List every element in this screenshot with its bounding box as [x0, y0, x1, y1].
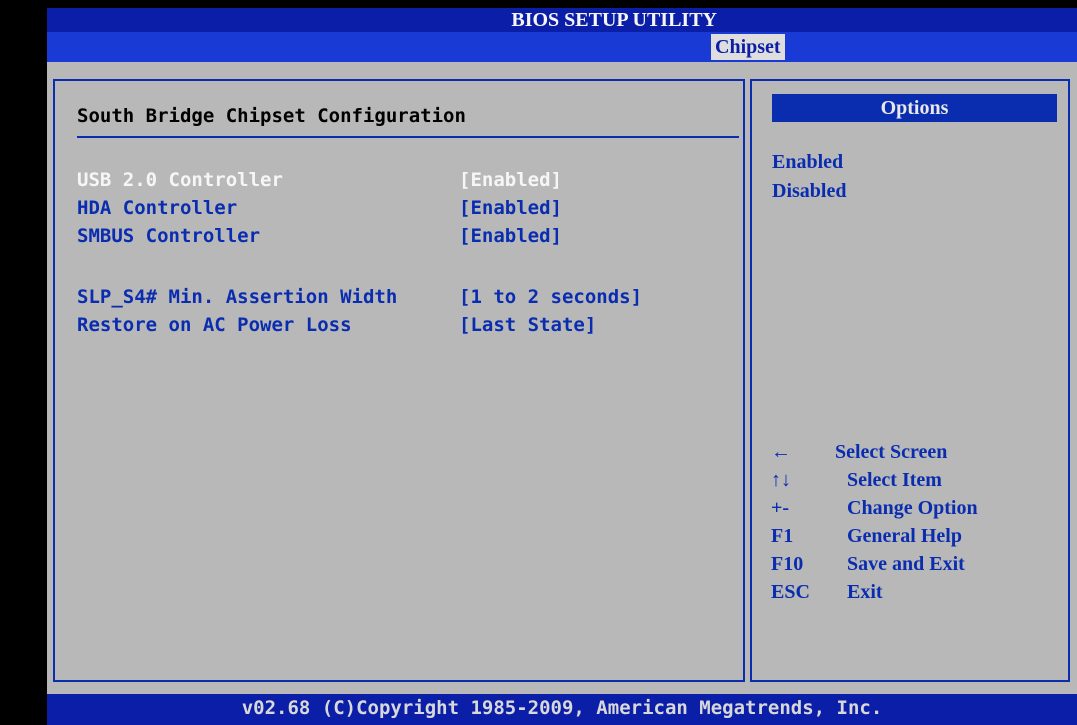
setting-label: HDA Controller [77, 197, 238, 219]
window-title: BIOS SETUP UTILITY [511, 9, 717, 31]
setting-label: USB 2.0 Controller [77, 169, 283, 191]
tab-chipset[interactable]: Chipset [711, 34, 785, 60]
title-bar: BIOS SETUP UTILITY [47, 8, 1077, 32]
option-enabled[interactable]: Enabled [772, 151, 843, 174]
up-down-arrow-icon: ↑↓ [771, 469, 791, 491]
settings-panel: South Bridge Chipset Configuration USB 2… [53, 79, 745, 682]
setting-label: Restore on AC Power Loss [77, 314, 352, 336]
tab-bar: Chipset [47, 32, 1077, 62]
help-desc: General Help [847, 525, 962, 547]
main-area: South Bridge Chipset Configuration USB 2… [47, 62, 1077, 694]
help-panel: Options Enabled Disabled ← Select Screen… [750, 79, 1070, 682]
plus-minus-icon: +- [771, 497, 790, 519]
left-arrow-icon: ← [771, 441, 791, 463]
setting-value[interactable]: [Last State] [459, 314, 596, 336]
footer-bar: v02.68 (C)Copyright 1985-2009, American … [47, 694, 1077, 725]
help-key: F1 [771, 525, 794, 547]
copyright-text: v02.68 (C)Copyright 1985-2009, American … [241, 697, 883, 719]
help-key: ESC [771, 581, 810, 603]
options-header: Options [772, 94, 1057, 122]
help-desc: Select Screen [835, 441, 948, 463]
option-disabled[interactable]: Disabled [772, 180, 846, 203]
help-desc: Exit [847, 581, 883, 603]
setting-label: SMBUS Controller [77, 225, 261, 247]
help-key: F10 [771, 553, 804, 575]
setting-value[interactable]: [1 to 2 seconds] [459, 286, 642, 308]
help-desc: Change Option [847, 497, 978, 519]
bios-screen: BIOS SETUP UTILITY Chipset South Bridge … [47, 0, 1077, 725]
setting-value[interactable]: [Enabled] [459, 197, 562, 219]
setting-value[interactable]: [Enabled] [459, 169, 562, 191]
setting-value[interactable]: [Enabled] [459, 225, 562, 247]
setting-label: SLP_S4# Min. Assertion Width [77, 286, 398, 308]
section-title: South Bridge Chipset Configuration [77, 105, 466, 127]
help-desc: Save and Exit [847, 553, 965, 575]
help-desc: Select Item [847, 469, 942, 491]
section-divider [77, 136, 739, 138]
